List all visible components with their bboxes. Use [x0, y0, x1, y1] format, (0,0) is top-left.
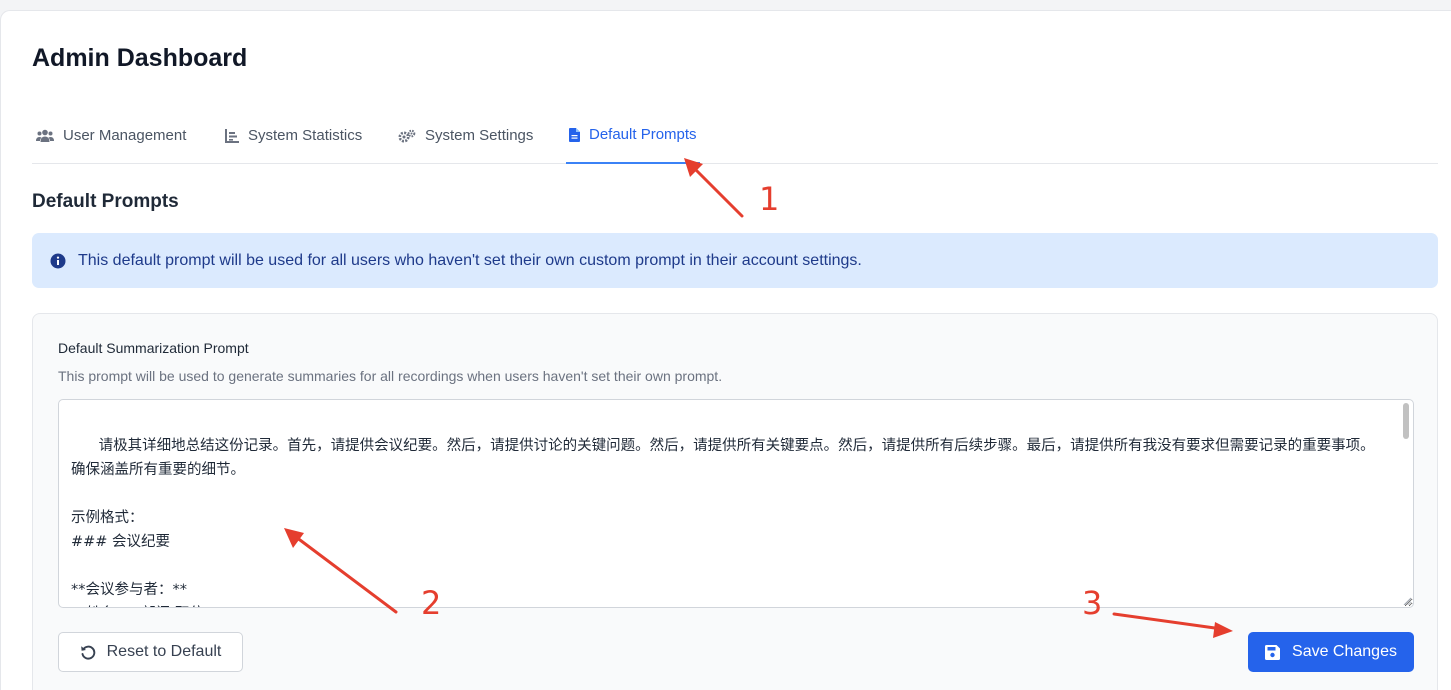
annotation-label-1: 1	[759, 180, 780, 218]
tab-label: Default Prompts	[589, 126, 697, 143]
reset-to-default-button[interactable]: Reset to Default	[58, 632, 243, 672]
tab-system-statistics[interactable]: System Statistics	[225, 107, 362, 164]
tab-label: System Settings	[425, 127, 534, 144]
gears-icon	[398, 129, 416, 142]
prompt-field-label: Default Summarization Prompt	[58, 340, 249, 356]
resize-grip-icon[interactable]	[1403, 597, 1411, 605]
textarea-scrollbar[interactable]	[1403, 403, 1409, 439]
prompt-card: Default Summarization Prompt This prompt…	[32, 313, 1438, 690]
reset-button-label: Reset to Default	[106, 643, 222, 660]
save-changes-button[interactable]: Save Changes	[1248, 632, 1414, 672]
annotation-label-2: 2	[421, 584, 442, 622]
chart-icon	[225, 128, 239, 143]
prompt-field-help: This prompt will be used to generate sum…	[58, 368, 723, 384]
alert-text: This default prompt will be used for all…	[78, 251, 862, 269]
floppy-disk-icon	[1265, 644, 1281, 660]
undo-icon	[80, 645, 95, 660]
tab-label: System Statistics	[248, 127, 363, 144]
prompt-text: 请极其详细地总结这份记录。首先，请提供会议纪要。然后，请提供讨论的关键问题。然后…	[71, 438, 1375, 607]
tab-system-settings[interactable]: System Settings	[398, 107, 533, 164]
info-alert: This default prompt will be used for all…	[32, 233, 1438, 288]
tab-user-management[interactable]: User Management	[36, 107, 186, 164]
annotation-label-3: 3	[1082, 584, 1103, 622]
page-title: Admin Dashboard	[32, 44, 248, 72]
save-button-label: Save Changes	[1292, 643, 1397, 660]
section-title: Default Prompts	[32, 191, 179, 212]
tab-label: User Management	[63, 127, 187, 144]
users-icon	[36, 129, 54, 142]
admin-dashboard-page: Admin Dashboard User Management System S…	[0, 10, 1451, 690]
tab-default-prompts[interactable]: Default Prompts	[566, 107, 700, 164]
info-circle-icon	[50, 253, 66, 268]
prompt-textarea[interactable]: 请极其详细地总结这份记录。首先，请提供会议纪要。然后，请提供讨论的关键问题。然后…	[58, 399, 1414, 608]
file-icon	[569, 127, 580, 142]
tab-bar: User Management System Statistics System…	[32, 107, 1438, 164]
